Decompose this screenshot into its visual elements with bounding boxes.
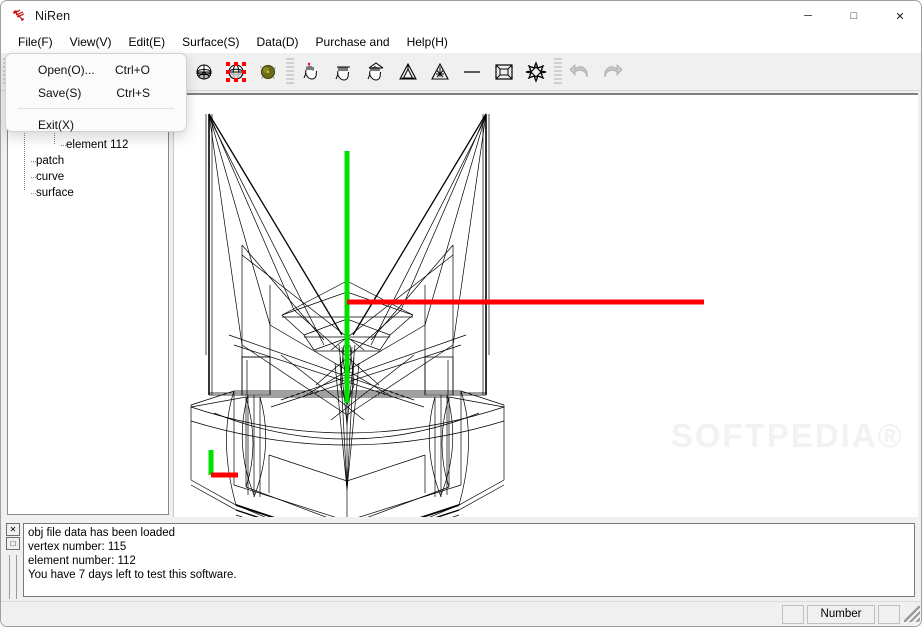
menu-item-accelerator: Ctrl+O xyxy=(114,62,150,77)
square-frame-icon[interactable] xyxy=(488,56,520,88)
undo-icon[interactable] xyxy=(564,56,596,88)
hand-comb-icon[interactable] xyxy=(328,56,360,88)
menu-help[interactable]: Help(H) xyxy=(399,33,457,51)
tree-dash xyxy=(61,145,66,146)
output-dock: ✕ □ obj file data has been loaded vertex… xyxy=(3,521,919,601)
menu-bar: File(F) View(V) Edit(E) Surface(S) Data(… xyxy=(1,31,921,53)
log-line: vertex number: 115 xyxy=(28,541,127,553)
hand-rotate-icon[interactable] xyxy=(296,56,328,88)
status-pane-left xyxy=(782,604,804,624)
menu-item-label: Open(O)... xyxy=(38,62,95,77)
resize-grip[interactable] xyxy=(904,606,920,622)
menu-item-open[interactable]: Open(O)... Ctrl+O xyxy=(6,58,186,81)
menu-file[interactable]: File(F) xyxy=(10,32,62,51)
log-line: You have 7 days left to test this softwa… xyxy=(28,569,237,581)
menu-surface[interactable]: Surface(S) xyxy=(174,33,248,51)
title-bar: NiRen ─ □ ✕ xyxy=(1,1,921,31)
status-pane-number: Number xyxy=(807,604,875,624)
menu-item-exit[interactable]: Exit(X) xyxy=(6,113,186,136)
status-bar: Number xyxy=(1,601,921,626)
window-title: NiRen xyxy=(35,9,71,23)
line-icon[interactable] xyxy=(456,56,488,88)
tree-dash xyxy=(31,193,36,194)
window-controls: ─ □ ✕ xyxy=(785,1,921,31)
status-pane-right xyxy=(878,604,900,624)
menu-edit[interactable]: Edit(E) xyxy=(120,33,174,51)
application-window: NiRen ─ □ ✕ File(F) View(V) Edit(E) Surf… xyxy=(0,0,922,627)
tree-node-surface[interactable]: surface xyxy=(18,185,168,201)
triangle-outline-icon[interactable] xyxy=(392,56,424,88)
tree-dash xyxy=(31,177,36,178)
softpedia-watermark: SOFTPEDIA® xyxy=(670,417,904,454)
output-dock-grip[interactable] xyxy=(9,555,17,599)
menu-data[interactable]: Data(D) xyxy=(249,33,308,51)
axis-gizmo xyxy=(208,450,238,478)
output-restore-button[interactable]: □ xyxy=(6,537,20,550)
wireframe-sphere-selected-icon[interactable] xyxy=(220,56,252,88)
model-tree-panel[interactable]: data vertex 115 element 112 patch curve xyxy=(7,97,169,515)
output-close-button[interactable]: ✕ xyxy=(6,523,20,536)
triangle-star-icon[interactable] xyxy=(424,56,456,88)
tree-node-label: surface xyxy=(36,187,74,199)
hand-roof-icon[interactable] xyxy=(360,56,392,88)
output-log[interactable]: obj file data has been loaded vertex num… xyxy=(23,523,915,597)
model-viewport[interactable]: SOFTPEDIA® xyxy=(173,93,918,517)
maximize-button[interactable]: □ xyxy=(831,1,877,31)
toolbar-grip-2[interactable] xyxy=(286,57,294,86)
tree-node-element[interactable]: element 112 xyxy=(18,137,168,153)
file-menu-dropdown[interactable]: Open(O)... Ctrl+O Save(S) Ctrl+S Exit(X) xyxy=(5,53,187,132)
tree-node-patch[interactable]: patch xyxy=(18,153,168,169)
hidden-line-sphere-icon[interactable] xyxy=(188,56,220,88)
dragonfly-icon xyxy=(11,8,27,24)
menu-item-label: Save(S) xyxy=(38,85,82,100)
tree-dash xyxy=(31,161,36,162)
menu-purchase[interactable]: Purchase and xyxy=(308,33,399,51)
output-dock-controls: ✕ □ xyxy=(3,521,23,601)
menu-item-accelerator: Ctrl+S xyxy=(116,85,150,100)
log-line: obj file data has been loaded xyxy=(28,527,176,539)
close-button[interactable]: ✕ xyxy=(877,1,921,31)
log-line: element number: 112 xyxy=(28,555,136,567)
tree-node-curve[interactable]: curve xyxy=(18,169,168,185)
tree-node-label: patch xyxy=(36,155,65,167)
menu-separator xyxy=(18,108,174,109)
toolbar-grip-3[interactable] xyxy=(554,57,562,86)
tree-node-label: curve xyxy=(36,171,65,183)
menu-item-label: Exit(X) xyxy=(38,117,74,132)
menu-item-save[interactable]: Save(S) Ctrl+S xyxy=(6,81,186,104)
star-burst-icon[interactable] xyxy=(520,56,552,88)
minimize-button[interactable]: ─ xyxy=(785,1,831,31)
tree-node-label: element 112 xyxy=(66,139,129,151)
menu-view[interactable]: View(V) xyxy=(62,33,121,51)
solid-ball-icon[interactable] xyxy=(252,56,284,88)
redo-icon[interactable] xyxy=(596,56,628,88)
